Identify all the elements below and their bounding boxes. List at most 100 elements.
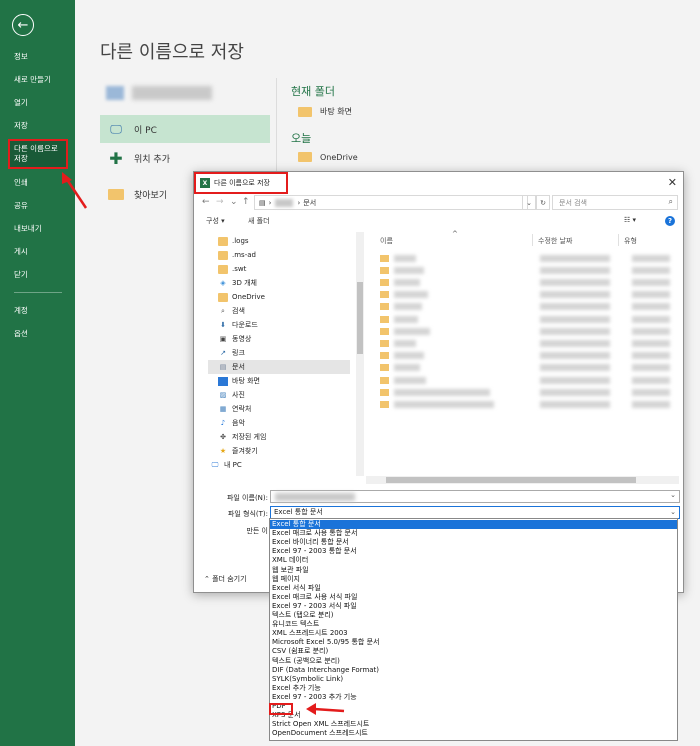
rail-item-new[interactable]: 새로 만들기 — [0, 75, 75, 85]
organize-button[interactable]: 구성 ▾ — [206, 216, 225, 226]
tree-scroll-thumb[interactable] — [357, 282, 363, 354]
file-type-option[interactable]: Excel 추가 기능 — [270, 684, 677, 693]
rail-item-publish[interactable]: 게시 — [0, 247, 75, 257]
file-type-option[interactable]: OpenDocument 스프레드시트 — [270, 729, 677, 738]
file-type-option[interactable]: XPS 문서 — [270, 711, 677, 720]
tree-item[interactable]: ★ 즐겨찾기 — [208, 444, 350, 458]
tree-item-label: 음악 — [232, 419, 245, 427]
rail-item-share[interactable]: 공유 — [0, 201, 75, 211]
close-icon[interactable]: ✕ — [668, 176, 677, 189]
rail-item-export[interactable]: 내보내기 — [0, 224, 75, 234]
file-type-option[interactable]: Excel 바이너리 통합 문서 — [270, 538, 677, 547]
list-scroll-thumb[interactable] — [386, 477, 636, 483]
file-row[interactable] — [380, 337, 670, 349]
tree-item[interactable]: ⌕ 검색 — [208, 304, 350, 318]
tree-scrollbar[interactable] — [356, 232, 364, 476]
rail-item-save[interactable]: 저장 — [0, 121, 75, 131]
back-nav-icon[interactable]: ← — [202, 197, 210, 207]
rail-item-account[interactable]: 계정 — [0, 306, 75, 316]
file-type-option[interactable]: CSV (쉼표로 분리) — [270, 647, 677, 656]
tree-item[interactable]: ▨ 사진 — [208, 388, 350, 402]
file-type-option-selected[interactable]: Excel 통합 문서 — [270, 520, 677, 529]
location-this-pc[interactable]: 🖵 이 PC — [100, 115, 270, 143]
column-separator[interactable] — [532, 234, 533, 246]
rail-item-info[interactable]: 정보 — [0, 52, 75, 62]
tree-item[interactable]: ✤ 저장된 게임 — [208, 430, 350, 444]
help-icon[interactable]: ? — [665, 216, 675, 226]
file-type-option[interactable]: Excel 97 - 2003 추가 기능 — [270, 693, 677, 702]
file-type-option[interactable]: Excel 매크로 사용 서식 파일 — [270, 593, 677, 602]
forward-nav-icon[interactable]: → — [216, 197, 224, 207]
column-header-modified[interactable]: 수정한 날짜 — [538, 236, 572, 246]
back-arrow-icon[interactable]: ← — [12, 14, 34, 36]
new-folder-button[interactable]: 새 폴더 — [248, 216, 270, 226]
tree-item[interactable]: ♪ 음악 — [208, 416, 350, 430]
file-type-option[interactable]: Microsoft Excel 5.0/95 통합 문서 — [270, 638, 677, 647]
file-type-option[interactable]: Excel 매크로 사용 통합 문서 — [270, 529, 677, 538]
file-row[interactable] — [380, 289, 670, 301]
tree-item[interactable]: ↗ 링크 — [208, 346, 350, 360]
tree-item[interactable]: ▣ 동영상 — [208, 332, 350, 346]
file-row[interactable] — [380, 398, 670, 410]
file-type-option[interactable]: SYLK(Symbolic Link) — [270, 675, 677, 684]
file-type-option[interactable]: Excel 97 - 2003 서식 파일 — [270, 602, 677, 611]
address-dropdown-icon[interactable]: ⌄ — [522, 195, 536, 210]
file-row[interactable] — [380, 301, 670, 313]
tree-item[interactable]: ◈ 3D 개체 — [208, 276, 350, 290]
list-horizontal-scrollbar[interactable] — [366, 476, 679, 484]
tree-item[interactable]: 바탕 화면 — [208, 374, 350, 388]
file-type-option[interactable]: 텍스트 (공백으로 분리) — [270, 657, 677, 666]
file-type-option[interactable]: Strict Open XML 스프레드시트 — [270, 720, 677, 729]
view-options-icon[interactable]: ☷ ▾ — [624, 216, 636, 224]
location-add-place[interactable]: ✚ 위치 추가 — [100, 144, 270, 172]
file-row[interactable] — [380, 313, 670, 325]
tree-item[interactable]: ▦ 연락처 — [208, 402, 350, 416]
file-row[interactable] — [380, 362, 670, 374]
file-type-option[interactable]: 유니코드 텍스트 — [270, 620, 677, 629]
rail-item-print[interactable]: 인쇄 — [0, 178, 75, 188]
hide-folders-button[interactable]: ⌃ 폴더 숨기기 — [204, 574, 247, 584]
file-row[interactable] — [380, 252, 670, 264]
chevron-down-icon[interactable]: ⌄ — [670, 491, 676, 499]
file-row[interactable] — [380, 350, 670, 362]
file-type-option[interactable]: XML 데이터 — [270, 556, 677, 565]
recent-folder-onedrive[interactable]: OneDrive — [298, 152, 358, 162]
file-type-option[interactable]: PDF — [270, 702, 677, 711]
column-header-name[interactable]: 이름 — [380, 236, 393, 246]
file-row[interactable] — [380, 325, 670, 337]
tree-item-selected[interactable]: ▤ 문서 — [208, 360, 350, 374]
breadcrumb-current[interactable]: 문서 — [303, 198, 316, 208]
tree-item[interactable]: .logs — [208, 234, 350, 248]
file-type-option[interactable]: 웹 보관 파일 — [270, 566, 677, 575]
column-separator[interactable] — [618, 234, 619, 246]
rail-item-close[interactable]: 닫기 — [0, 270, 75, 280]
column-header-type[interactable]: 유형 — [624, 236, 637, 246]
file-row[interactable] — [380, 276, 670, 288]
rail-item-options[interactable]: 옵션 — [0, 329, 75, 339]
file-row[interactable] — [380, 386, 670, 398]
up-nav-icon[interactable]: ↑ — [242, 197, 250, 207]
chevron-down-icon[interactable]: ⌄ — [670, 507, 676, 518]
search-input[interactable]: 문서 검색 ⌕ — [552, 195, 678, 210]
file-row[interactable] — [380, 264, 670, 276]
file-name-input[interactable]: ⌄ — [270, 490, 680, 503]
file-row[interactable] — [380, 374, 670, 386]
refresh-icon[interactable]: ↻ — [536, 195, 550, 210]
rail-item-open[interactable]: 열기 — [0, 98, 75, 108]
file-type-option[interactable]: Excel 97 - 2003 통합 문서 — [270, 547, 677, 556]
file-type-option[interactable]: 텍스트 (탭으로 분리) — [270, 611, 677, 620]
tree-item[interactable]: .ms-ad — [208, 248, 350, 262]
tree-item[interactable]: OneDrive — [208, 290, 350, 304]
chevron-down-icon[interactable]: ⌄ — [230, 197, 238, 207]
file-type-option[interactable]: DIF (Data Interchange Format) — [270, 666, 677, 675]
folder-icon — [380, 266, 389, 274]
tree-item[interactable]: ⬇ 다운로드 — [208, 318, 350, 332]
recent-folder-desktop[interactable]: 바탕 화면 — [298, 106, 352, 117]
file-type-option[interactable]: 웹 페이지 — [270, 575, 677, 584]
file-type-option[interactable]: XML 스프레드시트 2003 — [270, 629, 677, 638]
tree-item[interactable]: 🖵 내 PC — [208, 458, 350, 472]
tree-item[interactable]: .swt — [208, 262, 350, 276]
file-type-option[interactable]: Excel 서식 파일 — [270, 584, 677, 593]
rail-item-save-as[interactable]: 다른 이름으로 저장 — [8, 139, 68, 169]
address-bar[interactable]: ▤ › › 문서 — [254, 195, 528, 210]
